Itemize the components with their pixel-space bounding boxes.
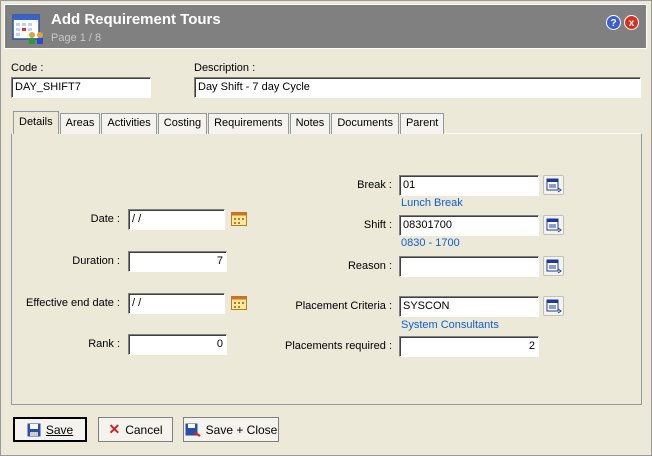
break-lookup-button[interactable] <box>543 175 564 195</box>
save-label: Save <box>45 422 74 437</box>
reason-label: Reason : <box>347 260 392 272</box>
shift-input[interactable]: 08301700 <box>399 215 539 236</box>
shift-end: 1700 <box>435 237 460 249</box>
tab-requirements[interactable]: Requirements <box>208 113 289 134</box>
floppy-disk-icon <box>27 423 41 436</box>
shift-lookup-button[interactable] <box>543 215 564 235</box>
placement-criteria-input[interactable]: SYSCON <box>399 296 539 317</box>
shift-label: Shift : <box>363 219 392 231</box>
tab-bar: Details Areas Activities Costing Require… <box>13 111 445 134</box>
calendar-icon[interactable] <box>231 212 247 226</box>
shift-start: 0830 <box>401 237 426 249</box>
save-button[interactable]: Save <box>13 417 87 442</box>
rank-label: Rank : <box>88 338 120 350</box>
calendar-icon[interactable] <box>231 296 247 310</box>
calendar-people-icon <box>12 14 43 44</box>
lookup-icon <box>546 299 562 314</box>
effective-end-date-input[interactable]: / / <box>128 293 225 314</box>
tab-parent[interactable]: Parent <box>399 113 445 134</box>
shift-description: 0830 - 1700 <box>401 237 460 249</box>
tab-notes[interactable]: Notes <box>289 113 331 134</box>
placement-criteria-description: System Consultants <box>401 319 499 331</box>
effective-end-date-label: Effective end date : <box>26 297 120 309</box>
save-close-icon <box>185 423 201 437</box>
break-label: Break : <box>357 179 392 191</box>
page-indicator: Page 1 / 8 <box>51 32 102 44</box>
date-label: Date : <box>90 213 120 225</box>
title-bar: Add Requirement Tours Page 1 / 8 ? x <box>4 4 647 49</box>
placements-required-label: Placements required : <box>285 340 392 352</box>
tab-costing[interactable]: Costing <box>157 113 208 134</box>
close-button[interactable]: x <box>624 15 639 30</box>
break-input[interactable]: 01 <box>399 175 539 196</box>
tab-activities[interactable]: Activities <box>101 113 157 134</box>
help-button[interactable]: ? <box>606 15 621 30</box>
tab-documents[interactable]: Documents <box>331 113 399 134</box>
cancel-button[interactable]: ✕ Cancel <box>98 417 173 442</box>
duration-label: Duration : <box>72 255 120 267</box>
code-label: Code : <box>11 62 44 74</box>
break-description: Lunch Break <box>401 197 463 209</box>
lookup-icon <box>546 259 562 274</box>
description-input[interactable]: Day Shift - 7 day Cycle <box>194 77 641 98</box>
duration-input[interactable]: 7 <box>128 251 227 272</box>
shift-separator: - <box>425 237 436 249</box>
rank-input[interactable]: 0 <box>128 334 227 355</box>
lookup-icon <box>546 178 562 193</box>
placement-criteria-lookup-button[interactable] <box>543 296 564 316</box>
code-input[interactable]: DAY_SHIFT7 <box>11 77 151 98</box>
description-label: Description : <box>194 62 256 74</box>
placement-criteria-label: Placement Criteria : <box>295 300 392 312</box>
dialog-window: Add Requirement Tours Page 1 / 8 ? x Cod… <box>0 0 652 456</box>
save-close-button[interactable]: Save + Close <box>183 417 279 442</box>
save-close-label: Save + Close <box>205 422 278 437</box>
cancel-x-icon: ✕ <box>108 421 121 437</box>
cancel-label: Cancel <box>125 422 163 437</box>
dialog-title: Add Requirement Tours <box>51 11 221 28</box>
tab-areas[interactable]: Areas <box>59 113 101 134</box>
reason-input[interactable] <box>399 256 539 277</box>
tab-details[interactable]: Details <box>13 111 59 134</box>
reason-lookup-button[interactable] <box>543 256 564 276</box>
lookup-icon <box>546 218 562 233</box>
placements-required-input[interactable]: 2 <box>399 336 539 357</box>
date-input[interactable]: / / <box>128 209 225 230</box>
